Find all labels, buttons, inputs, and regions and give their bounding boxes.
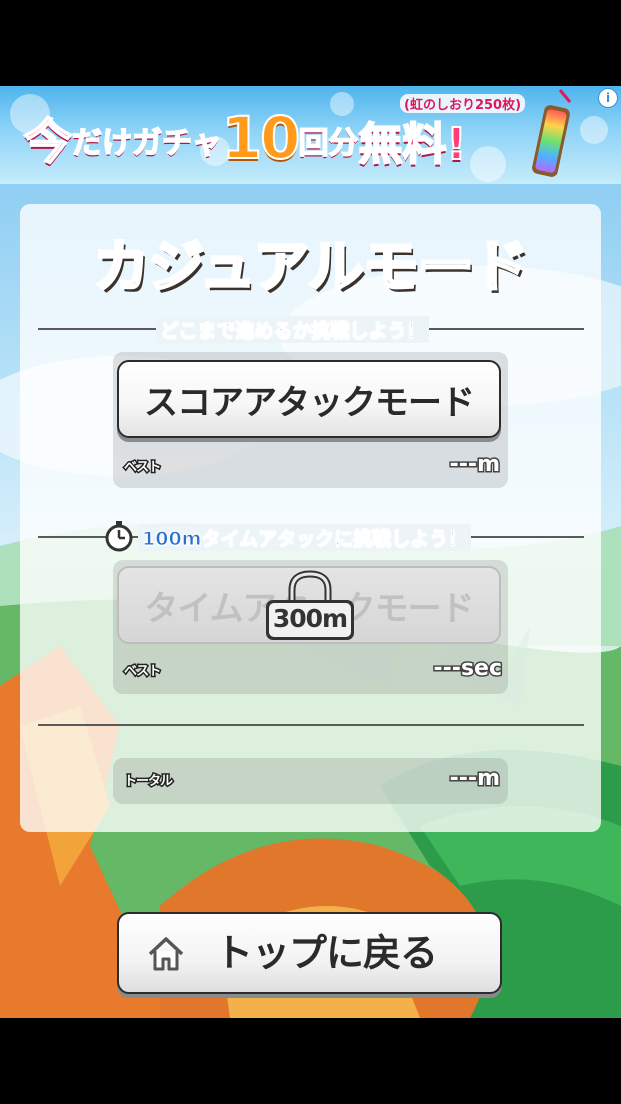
time-best-label: ベスト	[122, 663, 162, 681]
back-to-top-label: トップに戻る	[215, 931, 438, 975]
home-icon	[148, 937, 184, 971]
time-section-caption: 100mタイムアタックに挑戦しよう！	[138, 524, 472, 551]
bookmark-tag-icon	[532, 89, 572, 177]
ad-info-icon[interactable]: i	[598, 88, 618, 108]
score-attack-mode-button[interactable]: スコアアタックモード	[117, 360, 501, 438]
lock-requirement-label: 300m	[272, 604, 348, 633]
ad-headline-number: 10	[221, 103, 302, 173]
ad-headline-gacha: ガチャ	[131, 125, 222, 162]
time-best-value: ---sec	[432, 655, 503, 683]
total-label: トータル	[122, 773, 174, 791]
score-best-value: ---m	[448, 451, 501, 479]
score-best-label: ベスト	[122, 459, 162, 477]
stopwatch-icon	[105, 521, 133, 552]
ad-subtext: (虹のしおり250枚)	[400, 94, 526, 113]
total-value: ---m	[448, 765, 501, 793]
score-section-caption: どこまで進めるか挑戦しよう！	[156, 316, 430, 343]
bottom-letterbox	[0, 1018, 621, 1104]
ad-headline-times: 回分	[298, 125, 360, 162]
ad-headline-now: 今	[23, 113, 73, 171]
ad-headline-free: 無料!	[357, 118, 467, 171]
back-to-top-button[interactable]: トップに戻る	[117, 912, 502, 994]
section-divider-total	[38, 724, 584, 726]
page-title: カジュアルモード	[92, 234, 530, 302]
screen: 今 だけ ガチャ 10 回分 無料! (虹のしおり250枚) i カジュアルモー…	[0, 0, 621, 1104]
ad-headline-only: だけ	[71, 125, 133, 162]
